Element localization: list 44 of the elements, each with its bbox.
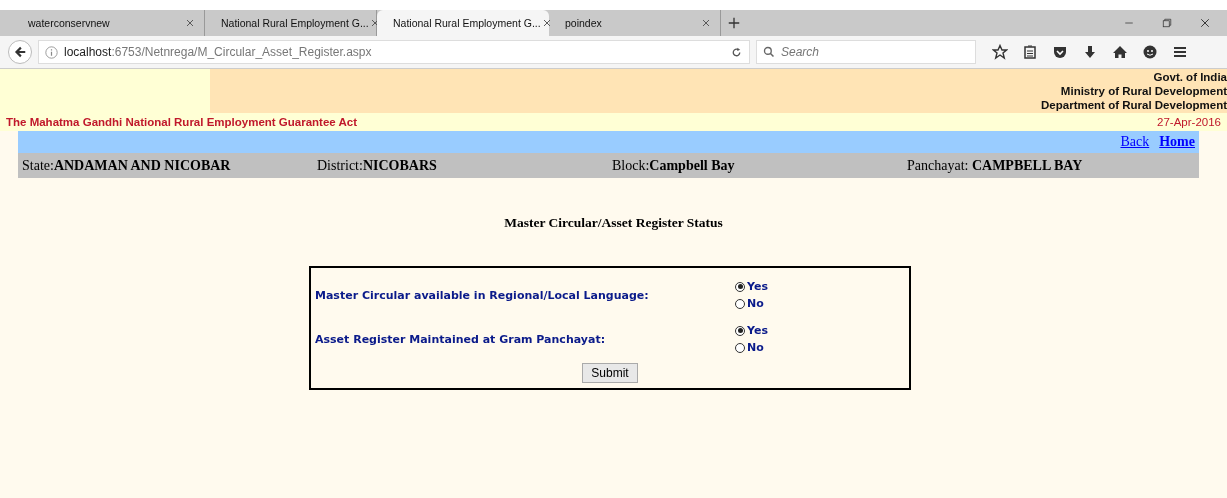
option-label: Yes [747,324,768,337]
date-text: 27-Apr-2016 [1157,116,1221,128]
clipboard-icon[interactable] [1022,44,1038,60]
search-icon [763,46,775,58]
url-text: localhost:6753/Netnrega/M_Circular_Asset_Register.aspx [64,45,373,59]
reload-icon[interactable] [730,45,743,59]
menu-icon[interactable] [1172,44,1188,60]
star-icon[interactable] [992,44,1008,60]
submit-button[interactable]: Submit [582,363,638,383]
ministry-text: Ministry of Rural Development [1060,84,1227,98]
option-label: Yes [747,280,768,293]
restore-icon[interactable] [1161,17,1173,29]
radio-button[interactable] [735,281,745,292]
back-arrow-icon [13,45,27,59]
location-text: District:NICOBARS [317,157,438,174]
browser-tab[interactable]: National Rural Employment G... [377,10,549,36]
close-window-icon[interactable] [1199,17,1211,29]
act-title: The Mahatma Gandhi National Rural Employment Guarantee Act [6,116,358,128]
option-label: No [747,341,764,354]
location-text: State:ANDAMAN AND NICOBAR [22,157,232,174]
home-icon[interactable] [1112,44,1128,60]
new-tab-icon[interactable] [727,16,741,30]
location-text: Panchayat: CAMPBELL BAY [907,157,1084,174]
close-icon[interactable] [700,17,712,29]
search-input[interactable]: Search [779,44,963,60]
address-bar[interactable]: localhost:6753/Netnrega/M_Circular_Asset_Register.aspx [38,40,750,64]
close-icon[interactable] [184,17,196,29]
back-button[interactable] [8,40,32,64]
radio-button[interactable] [735,325,745,336]
question-label: Master Circular available in Regional/Local Language: [315,288,650,302]
search-field[interactable]: Search [756,40,976,64]
location-text: Block:Campbell Bay [612,157,736,174]
ministry-text: Govt. of India [1153,70,1227,84]
form-title: Master Circular/Asset Register Status [503,215,724,231]
pocket-icon[interactable] [1052,44,1068,60]
smiley-icon[interactable] [1142,44,1158,60]
radio-button[interactable] [735,342,745,353]
nav-link[interactable]: Home [1159,134,1195,150]
radio-button[interactable] [735,298,745,309]
download-icon[interactable] [1082,44,1098,60]
question-label: Asset Register Maintained at Gram Panchayat: [315,332,607,346]
option-label: No [747,297,764,310]
ministry-text: Department of Rural Development [1041,98,1227,112]
nav-link[interactable]: Back [1120,134,1150,150]
